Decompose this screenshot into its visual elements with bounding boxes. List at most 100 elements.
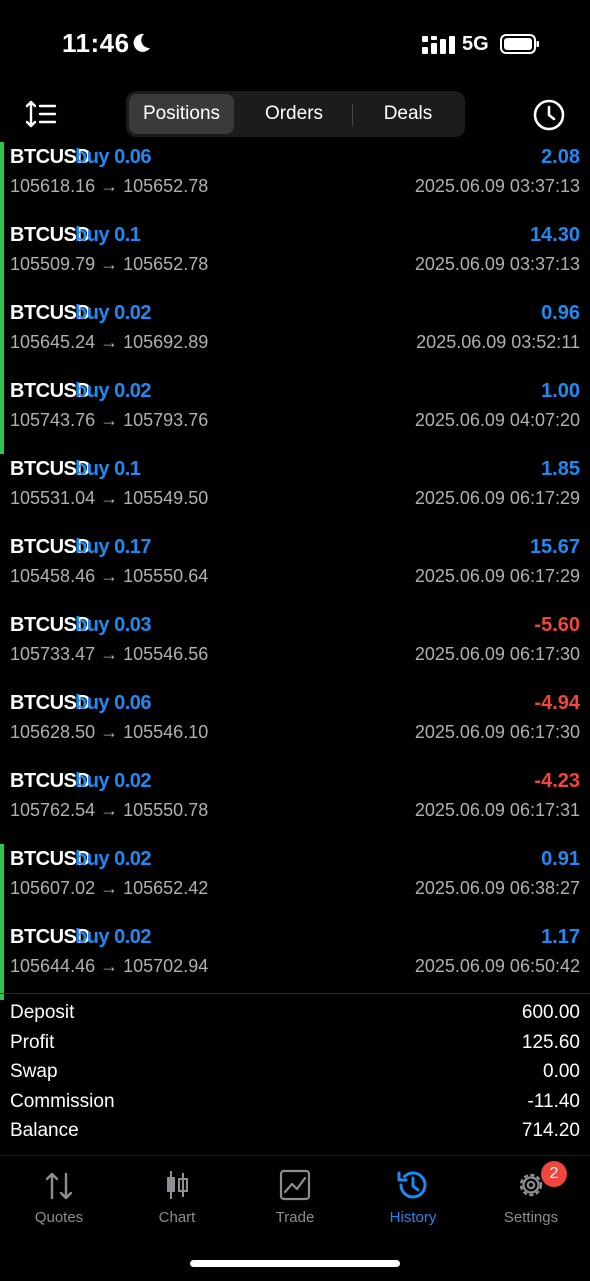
summary-label: Profit: [10, 1031, 55, 1053]
summary-label: Commission: [10, 1090, 115, 1112]
deal-side-volume: buy 0.02: [75, 302, 152, 324]
deal-prices: 105531.04 → 105549.50: [10, 488, 208, 509]
deal-row[interactable]: BTCUSD buy 0.06 -4.94 105628.50 → 105546.10…: [0, 688, 590, 766]
deal-prices: 105509.79 → 105652.78: [10, 254, 208, 275]
status-bar: 11:46 5G: [0, 0, 590, 90]
deal-datetime: 2025.06.09 06:38:27: [414, 878, 580, 898]
summary-row: Commission -11.40: [10, 1091, 580, 1121]
network-label: 5G: [462, 33, 489, 55]
deal-open-price: 105644.46: [10, 956, 96, 976]
deal-profit: 1.85: [541, 458, 580, 480]
deal-accent-bar: [0, 142, 4, 220]
deal-close-price: 105793.76: [123, 410, 209, 430]
deal-profit: 0.96: [541, 302, 580, 324]
deal-accent-bar: [0, 220, 4, 298]
deal-row[interactable]: BTCUSD buy 0.03 -5.60 105733.47 → 105546.56…: [0, 610, 590, 688]
deal-row[interactable]: BTCUSD buy 0.1 14.30 105509.79 → 105652.78 2…: [0, 220, 590, 298]
summary-label: Deposit: [10, 1002, 75, 1023]
candlestick-icon: [167, 1171, 188, 1199]
deal-close-price: 105546.10: [123, 722, 209, 742]
deal-side-volume: buy 0.06: [75, 146, 152, 168]
sort-icon[interactable]: [24, 98, 58, 130]
tab-settings[interactable]: Settings: [472, 1156, 590, 1236]
summary-row: Swap 0.00: [10, 1061, 580, 1091]
deal-open-price: 105458.46: [10, 566, 96, 586]
battery-icon: [500, 34, 539, 54]
deal-prices: 105607.02 → 105652.42: [10, 878, 208, 899]
deal-prices: 105628.50 → 105546.10: [10, 722, 208, 743]
clock-icon[interactable]: [532, 98, 566, 132]
arrow-icon: →: [100, 410, 119, 430]
summary-value: -11.40: [527, 1090, 580, 1112]
arrow-icon: →: [100, 566, 119, 586]
status-time: 11:46: [62, 28, 130, 58]
tab-positions[interactable]: Positions: [129, 94, 234, 134]
deal-close-price: 105692.89: [123, 332, 209, 352]
deal-profit: 0.91: [541, 848, 580, 870]
deal-side-volume: buy 0.02: [75, 926, 152, 948]
deal-row[interactable]: BTCUSD buy 0.02 -4.23 105762.54 → 105550.78…: [0, 766, 590, 844]
deal-row[interactable]: BTCUSD buy 0.1 1.85 105531.04 → 105549.50 20…: [0, 454, 590, 532]
deal-datetime: 2025.06.09 06:17:29: [414, 566, 580, 586]
deal-accent-bar: [0, 844, 4, 922]
deal-close-price: 105652.42: [123, 878, 209, 898]
tab-chart[interactable]: Chart: [118, 1156, 236, 1236]
segmented-control: Positions Orders Deals: [126, 91, 465, 137]
moon-icon: [133, 33, 150, 52]
arrow-icon: →: [100, 878, 119, 898]
tab-quotes[interactable]: Quotes: [0, 1156, 118, 1236]
tab-trade[interactable]: Trade: [236, 1156, 354, 1236]
account-summary: Deposit 600.00 Profit 125.60 Swap 0.00 Commiss…: [0, 993, 590, 1154]
segment-divider: [352, 104, 353, 126]
tab-label: Settings: [503, 1209, 559, 1226]
tab-history[interactable]: History: [354, 1156, 472, 1236]
deal-row[interactable]: BTCUSD buy 0.02 1.00 105743.76 → 105793.76 2…: [0, 376, 590, 454]
tab-label: Quotes: [34, 1209, 84, 1226]
deal-profit: 14.30: [529, 224, 580, 246]
deal-row[interactable]: BTCUSD buy 0.02 1.17 105644.46 → 105702.94 2…: [0, 922, 590, 1000]
deal-side-volume: buy 0.06: [75, 692, 152, 714]
deal-close-price: 105549.50: [123, 488, 209, 508]
deal-close-price: 105550.78: [123, 800, 209, 820]
tab-label: History: [389, 1209, 437, 1226]
deal-prices: 105645.24 → 105692.89: [10, 332, 208, 353]
deal-datetime: 2025.06.09 06:17:30: [414, 644, 580, 664]
deal-row[interactable]: BTCUSD buy 0.06 2.08 105618.16 → 105652.78 2…: [0, 142, 590, 220]
deal-accent-bar: [0, 298, 4, 376]
arrow-icon: →: [100, 956, 119, 976]
deal-close-price: 105702.94: [123, 956, 209, 976]
arrow-icon: →: [100, 176, 119, 196]
deal-prices: 105762.54 → 105550.78: [10, 800, 208, 821]
summary-row: Deposit 600.00: [10, 1002, 580, 1032]
deal-datetime: 2025.06.09 03:52:11: [416, 332, 580, 352]
deal-open-price: 105618.16: [10, 176, 96, 196]
history-icon: [397, 1171, 427, 1199]
summary-value: 714.20: [521, 1120, 580, 1141]
deal-datetime: 2025.06.09 03:37:13: [414, 254, 580, 274]
deal-row[interactable]: BTCUSD buy 0.02 0.96 105645.24 → 105692.89 2…: [0, 298, 590, 376]
tab-deals[interactable]: Deals: [354, 94, 462, 134]
deal-side-volume: buy 0.02: [75, 380, 152, 402]
deal-close-price: 105652.78: [123, 176, 209, 196]
deal-row[interactable]: BTCUSD buy 0.02 0.91 105607.02 → 105652.42 2…: [0, 844, 590, 922]
deal-list: BTCUSD buy 0.06 2.08 105618.16 → 105652.78 2…: [0, 142, 590, 1000]
deal-open-price: 105509.79: [10, 254, 96, 274]
history-toolbar: Positions Orders Deals: [0, 88, 590, 142]
arrow-icon: →: [100, 332, 119, 352]
deal-profit: -4.23: [534, 770, 580, 792]
deal-profit: -5.60: [534, 614, 580, 636]
tab-orders[interactable]: Orders: [238, 94, 350, 134]
trade-icon: [279, 1169, 311, 1201]
deal-prices: 105743.76 → 105793.76: [10, 410, 208, 431]
deal-profit: 15.67: [529, 536, 580, 558]
deal-profit: 2.08: [541, 146, 580, 168]
deal-datetime: 2025.06.09 06:17:29: [414, 488, 580, 508]
deal-prices: 105618.16 → 105652.78: [10, 176, 208, 197]
deal-datetime: 2025.06.09 06:50:42: [414, 956, 580, 976]
deal-side-volume: buy 0.02: [75, 770, 152, 792]
deal-accent-bar: [0, 376, 4, 454]
deal-side-volume: buy 0.03: [75, 614, 152, 636]
summary-value: 600.00: [521, 1002, 580, 1023]
signal-icon: [422, 36, 455, 54]
deal-row[interactable]: BTCUSD buy 0.17 15.67 105458.46 → 105550.64…: [0, 532, 590, 610]
